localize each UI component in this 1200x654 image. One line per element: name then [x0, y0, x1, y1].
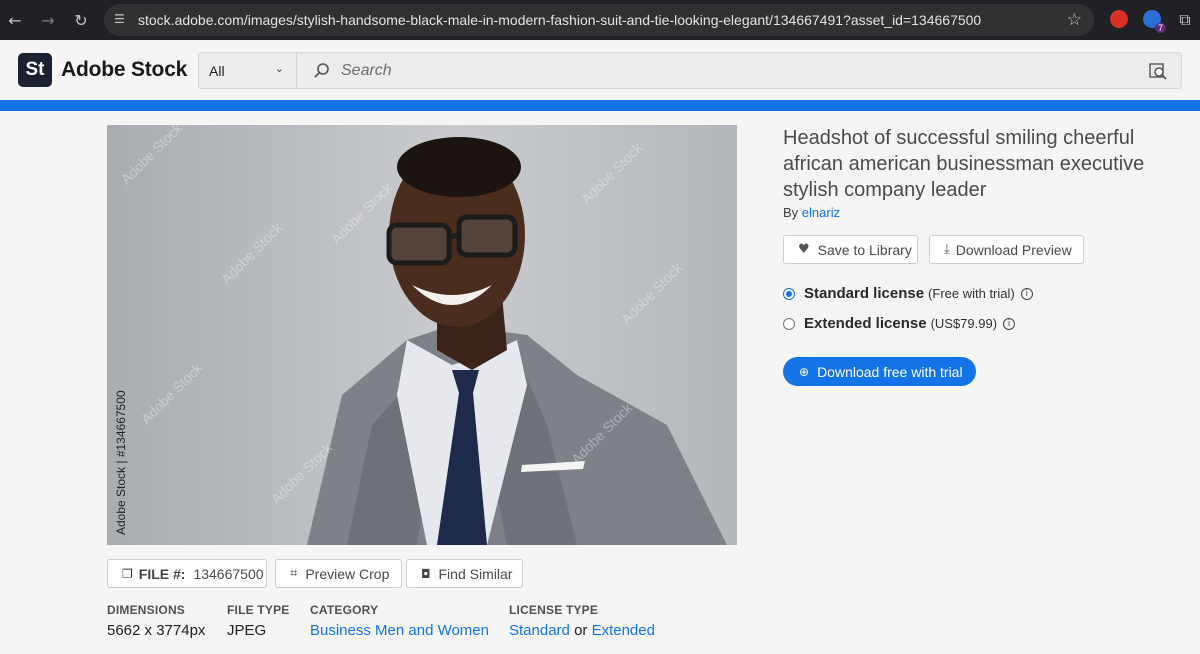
standard-license-radio[interactable]	[783, 287, 795, 300]
by-prefix: By	[783, 205, 799, 220]
svg-text:Adobe Stock: Adobe Stock	[118, 125, 186, 187]
bookmark-star-icon[interactable]: ☆	[1067, 10, 1082, 30]
site-header: St Adobe Stock All ⌄	[0, 40, 1200, 100]
svg-text:Adobe Stock: Adobe Stock	[618, 259, 686, 327]
header-accent-bar	[0, 100, 1200, 111]
svg-text:Adobe Stock: Adobe Stock	[328, 179, 396, 247]
file-number-button[interactable]: ❐ FILE #: 134667500	[107, 559, 267, 588]
file-type-label: FILE TYPE	[227, 603, 290, 617]
file-label: FILE #:	[138, 565, 186, 582]
save-to-library-button[interactable]: ♥ Save to Library	[783, 235, 918, 264]
category-link[interactable]: Business Men and Women	[310, 622, 489, 639]
extended-license-link[interactable]: Extended	[592, 622, 655, 639]
extension-red-icon[interactable]	[1110, 10, 1128, 28]
browser-toolbar: ← → ↻ ☰ stock.adobe.com/images/stylish-h…	[0, 0, 1200, 40]
extended-license-price: (US$79.99)	[930, 316, 998, 331]
forward-icon[interactable]: →	[37, 9, 59, 31]
standard-license-price: (Free with trial)	[928, 286, 1015, 301]
search-icon	[314, 63, 329, 78]
extended-license-radio[interactable]	[783, 317, 795, 330]
file-type-value: JPEG	[227, 622, 267, 639]
visual-search-icon[interactable]	[1149, 62, 1167, 80]
site-info-icon[interactable]: ☰	[114, 12, 130, 28]
extensions-puzzle-icon[interactable]: ⧉	[1174, 9, 1196, 31]
license-or-text: or	[574, 622, 588, 639]
license-type-label: LICENSE TYPE	[509, 603, 599, 617]
dimensions-label: DIMENSIONS	[107, 603, 186, 617]
preview-crop-label: Preview Crop	[305, 565, 390, 582]
file-number: 134667500	[193, 565, 264, 582]
download-preview-button[interactable]: ⤓ Download Preview	[929, 235, 1084, 264]
url-text: stock.adobe.com/images/stylish-handsome-…	[138, 12, 982, 28]
heart-icon: ♥	[798, 242, 810, 257]
dimensions-value: 5662 x 3774px	[107, 622, 206, 639]
asset-title: Headshot of successful smiling cheerful …	[783, 127, 1145, 201]
svg-text:Adobe Stock: Adobe Stock	[218, 219, 286, 287]
svg-text:Adobe Stock: Adobe Stock	[578, 139, 646, 207]
filter-value: All	[209, 63, 225, 79]
address-bar[interactable]: ☰ stock.adobe.com/images/stylish-handsom…	[104, 4, 1094, 36]
save-to-library-label: Save to Library	[817, 241, 912, 258]
extended-license-name: Extended license	[804, 315, 927, 332]
reload-icon[interactable]: ↻	[70, 9, 92, 31]
brand-name[interactable]: Adobe Stock	[61, 58, 187, 82]
standard-license-name: Standard license	[804, 285, 925, 302]
author-byline: By elnariz	[783, 205, 840, 220]
license-option-standard[interactable]: Standard license (Free with trial) i	[783, 285, 1033, 302]
stock-photo[interactable]: Adobe Stock Adobe Stock Adobe Stock Adob…	[107, 125, 737, 545]
find-similar-label: Find Similar	[438, 565, 513, 582]
preview-crop-button[interactable]: ⌗ Preview Crop	[275, 559, 402, 588]
extension-blue-icon[interactable]: 7	[1143, 10, 1166, 33]
license-type-value: Standard or Extended	[509, 622, 655, 639]
download-icon: ⤓	[944, 242, 950, 257]
copy-icon: ❐	[122, 566, 133, 581]
download-free-trial-label: Download free with trial	[817, 363, 963, 380]
license-option-extended[interactable]: Extended license (US$79.99) i	[783, 315, 1016, 332]
author-link[interactable]: elnariz	[802, 205, 840, 220]
extension-badge: 7	[1154, 23, 1166, 33]
find-similar-button[interactable]: ◘ Find Similar	[406, 559, 523, 588]
search-filter-dropdown[interactable]: All ⌄	[198, 52, 297, 89]
cart-icon: ⊕	[799, 364, 810, 379]
camera-icon: ◘	[421, 566, 431, 581]
search-bar	[297, 52, 1182, 89]
standard-license-link[interactable]: Standard	[509, 622, 570, 639]
photo-credit-vertical: Adobe Stock | #134667500	[114, 390, 128, 535]
category-value: Business Men and Women	[310, 622, 489, 639]
photo-illustration: Adobe Stock Adobe Stock Adobe Stock Adob…	[118, 125, 727, 545]
back-icon[interactable]: ←	[4, 9, 26, 31]
info-icon[interactable]: i	[1003, 317, 1016, 330]
svg-text:Adobe Stock: Adobe Stock	[138, 359, 206, 427]
search-input[interactable]	[341, 53, 1121, 88]
category-label: CATEGORY	[310, 603, 379, 617]
info-icon[interactable]: i	[1020, 287, 1033, 300]
chevron-down-icon: ⌄	[274, 62, 284, 75]
download-preview-label: Download Preview	[955, 241, 1072, 258]
adobe-stock-logo[interactable]: St	[18, 53, 52, 87]
crop-icon: ⌗	[290, 566, 298, 581]
download-free-trial-button[interactable]: ⊕ Download free with trial	[783, 357, 976, 386]
